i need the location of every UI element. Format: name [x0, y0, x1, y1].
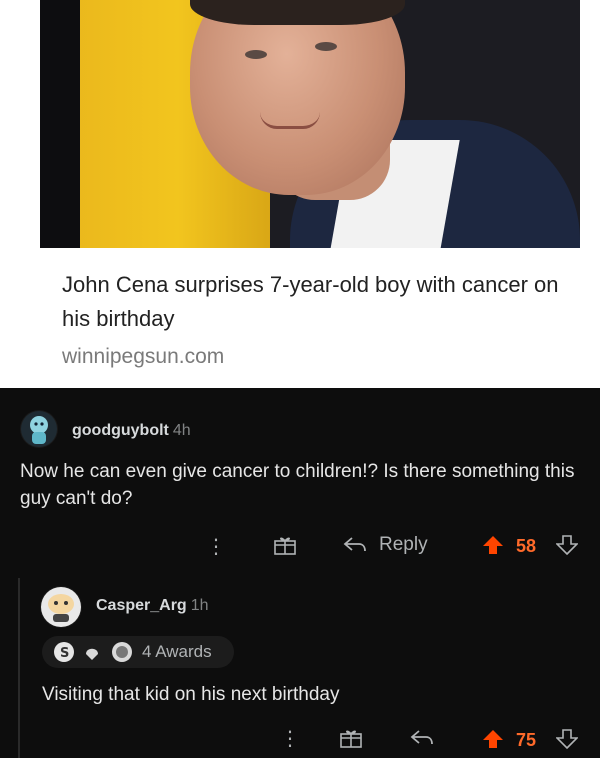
mouth: [260, 112, 320, 129]
upvote-icon[interactable]: [482, 728, 504, 755]
comment-body: Visiting that kid on his next birthday: [42, 684, 340, 705]
downvote-icon[interactable]: [555, 534, 579, 561]
article-headline[interactable]: John Cena surprises 7-year-old boy with …: [62, 268, 562, 336]
more-options-icon[interactable]: ⋮: [206, 534, 226, 559]
comment-body: Now he can even give cancer to children!…: [20, 461, 575, 509]
comment-age: 4h: [172, 422, 191, 439]
svg-text:S: S: [60, 646, 69, 661]
reply-icon[interactable]: [410, 728, 434, 753]
article-source[interactable]: winnipegsun.com: [62, 345, 224, 369]
downvote-icon[interactable]: [555, 728, 579, 755]
face: [190, 0, 405, 195]
awards-badge[interactable]: S 4 Awards: [42, 636, 234, 668]
gift-award-icon[interactable]: [274, 535, 296, 560]
awards-count: 4 Awards: [142, 642, 212, 661]
avatar[interactable]: [20, 410, 58, 448]
comment-age: 1h: [190, 597, 209, 614]
username[interactable]: Casper_Arg: [96, 597, 187, 614]
eye-left: [245, 50, 267, 59]
silver-award-icon: S: [54, 642, 74, 662]
eye-right: [315, 42, 337, 51]
hair: [190, 0, 405, 25]
vote-count: 75: [516, 730, 537, 750]
thread-line[interactable]: [18, 578, 20, 758]
comment-author[interactable]: goodguybolt 4h: [72, 422, 191, 440]
gift-award-icon[interactable]: [340, 728, 362, 753]
avatar-icon: [21, 411, 57, 447]
comment-author[interactable]: Casper_Arg 1h: [96, 597, 209, 615]
news-card[interactable]: John Cena surprises 7-year-old boy with …: [0, 0, 600, 388]
reply-button[interactable]: Reply: [379, 534, 428, 556]
reply-icon[interactable]: [343, 535, 367, 560]
username[interactable]: goodguybolt: [72, 422, 169, 439]
avatar[interactable]: [40, 586, 82, 628]
upvote-icon[interactable]: [482, 534, 504, 561]
article-photo: [40, 0, 580, 248]
avatar-icon: [41, 587, 81, 627]
flag-stripe: [40, 0, 80, 248]
comment-section: goodguybolt 4h Now he can even give cance…: [0, 388, 600, 758]
vote-count: 58: [516, 536, 537, 556]
more-options-icon[interactable]: ⋮: [280, 726, 300, 751]
helpful-award-icon: [112, 642, 132, 662]
wholesome-award-icon: [82, 642, 102, 662]
